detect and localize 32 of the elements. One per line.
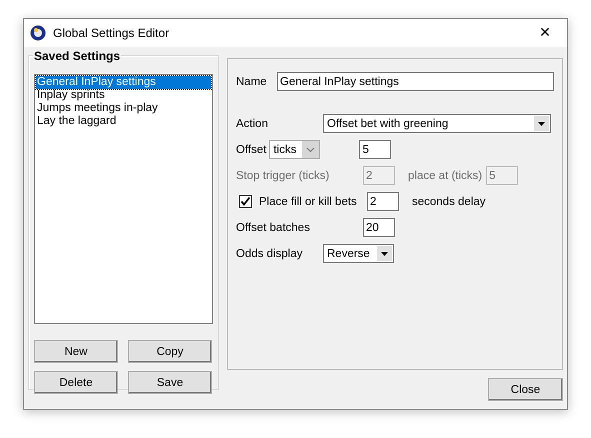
list-item[interactable]: General InPlay settings: [36, 76, 211, 89]
field-label: Odds display: [236, 248, 304, 260]
odds-display-dropdown[interactable]: Reverse: [323, 244, 394, 263]
dialog-button[interactable]: Save: [128, 371, 212, 394]
close-window-button[interactable]: ✕: [523, 19, 567, 47]
field-label: Offset batches: [236, 222, 311, 234]
app-logo-icon: [30, 25, 46, 41]
dialog-button[interactable]: Copy: [128, 340, 212, 363]
window-title: Global Settings Editor: [53, 26, 170, 40]
offset-batches-field[interactable]: 20: [363, 218, 395, 237]
field-label: Name: [236, 76, 268, 88]
group-title: Saved Settings: [33, 49, 122, 63]
offset-field[interactable]: 5: [359, 140, 392, 159]
delay-field[interactable]: 2: [367, 192, 399, 211]
list-item[interactable]: Lay the laggard: [36, 115, 211, 128]
checkbox[interactable]: [239, 195, 252, 208]
unit-dropdown[interactable]: ticks: [269, 140, 320, 159]
checkbox-label: Place fill or kill bets: [259, 196, 358, 208]
field-label: Action: [236, 118, 269, 130]
field-label: place at (ticks): [408, 170, 482, 182]
settings-list[interactable]: General InPlay settings Inplay sprints Jumps meetings in-play Lay the laggard: [34, 74, 213, 324]
action-dropdown[interactable]: Offset bet with greening: [323, 114, 551, 133]
chevron-down-icon: [302, 141, 320, 158]
field-label: Offset: [236, 144, 266, 156]
close-button[interactable]: Close: [488, 378, 563, 401]
dialog-button[interactable]: New: [34, 340, 118, 363]
name-field[interactable]: General InPlay settings: [277, 72, 554, 91]
field-label: Stop trigger (ticks): [236, 170, 330, 182]
field-label: seconds delay: [412, 196, 486, 208]
dialog-button[interactable]: Delete: [34, 371, 118, 394]
list-item[interactable]: Inplay sprints: [36, 89, 211, 102]
list-item[interactable]: Jumps meetings in-play: [36, 102, 211, 115]
